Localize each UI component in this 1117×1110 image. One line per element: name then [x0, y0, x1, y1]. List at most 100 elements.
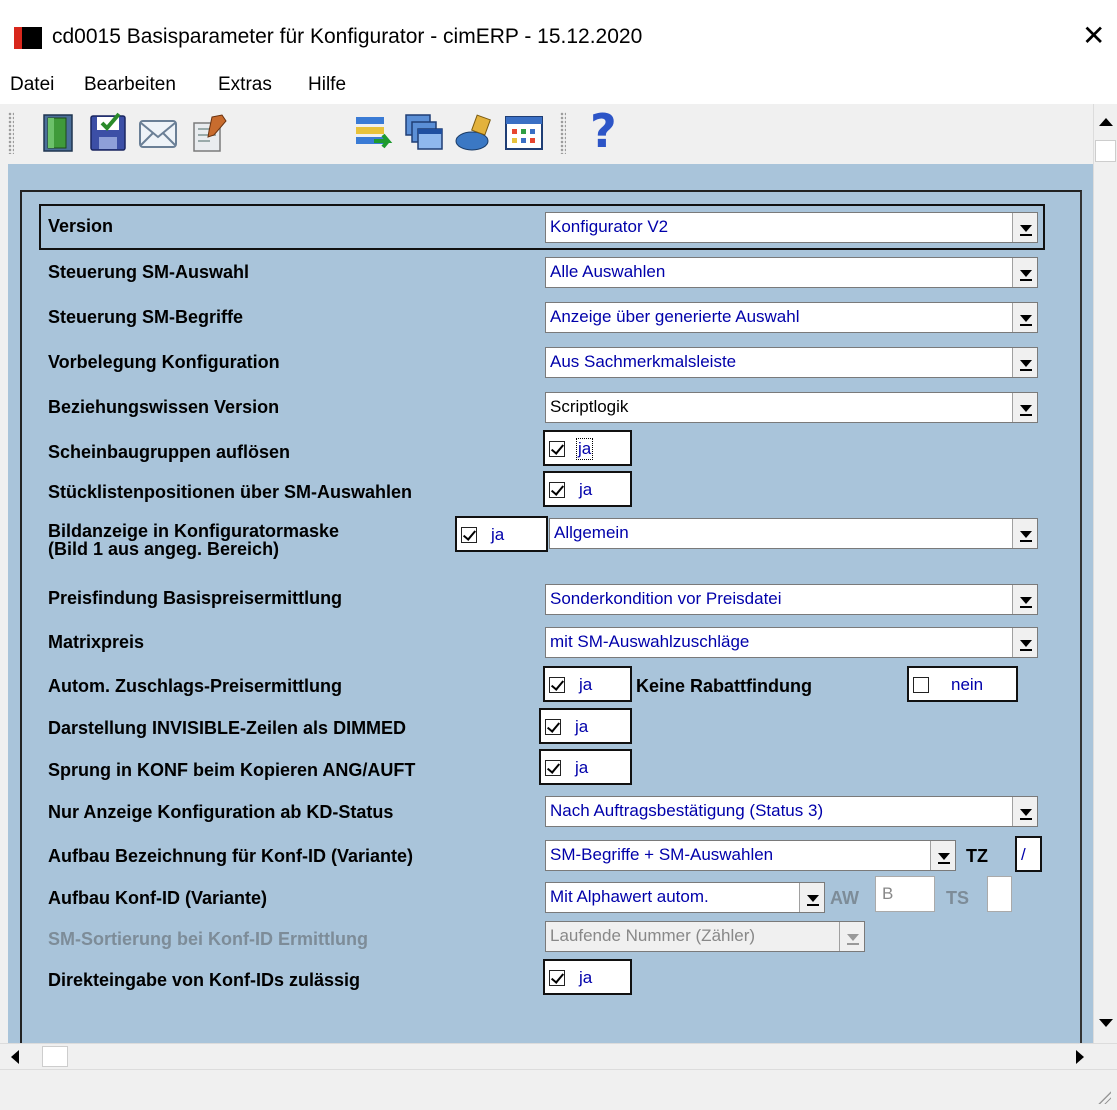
checkbox-icon[interactable] — [913, 677, 929, 693]
bildanzeige-checkbox[interactable]: ja — [455, 516, 548, 552]
aufbau-konf-select[interactable]: Mit Alphawert autom. — [545, 882, 825, 913]
version-select[interactable]: Konfigurator V2 — [545, 212, 1038, 243]
invisible-checkbox[interactable]: ja — [539, 708, 632, 744]
bildanzeige-value: Allgemein — [554, 523, 629, 542]
vorbelegung-value: Aus Sachmerkmalsleiste — [550, 352, 737, 371]
preisfindung-label: Preisfindung Basispreisermittlung — [48, 588, 343, 608]
stuecklisten-checkbox[interactable]: ja — [543, 471, 632, 507]
scheinbaugruppen-label: Scheinbaugruppen auflösen — [48, 442, 291, 462]
aw-label: AW — [830, 888, 859, 908]
checkbox-icon[interactable] — [545, 760, 561, 776]
save-icon[interactable] — [86, 111, 130, 155]
checkbox-icon[interactable] — [549, 970, 565, 986]
matrixpreis-select[interactable]: mit SM-Auswahlzuschläge — [545, 627, 1038, 658]
chevron-down-icon[interactable] — [1012, 585, 1037, 614]
scroll-thumb-horizontal[interactable] — [42, 1046, 68, 1067]
zuschlag-checkbox[interactable]: ja — [543, 666, 632, 702]
vertical-scrollbar[interactable] — [1093, 104, 1117, 1043]
matrixpreis-label: Matrixpreis — [48, 632, 145, 652]
tz-input[interactable]: / — [1015, 836, 1042, 872]
scroll-up-icon[interactable] — [1099, 118, 1113, 126]
scroll-down-icon[interactable] — [1099, 1019, 1113, 1027]
aufbau-konf-label: Aufbau Konf-ID (Variante) — [48, 888, 267, 908]
checkbox-icon[interactable] — [545, 719, 561, 735]
version-value: Konfigurator V2 — [550, 217, 669, 236]
checkbox-icon[interactable] — [549, 441, 565, 457]
chevron-down-icon[interactable] — [930, 841, 955, 870]
ts-input[interactable] — [987, 876, 1012, 912]
exit-door-icon[interactable] — [36, 111, 80, 155]
checkbox-icon[interactable] — [549, 677, 565, 693]
rabatt-text: nein — [951, 675, 984, 694]
list-export-icon[interactable] — [352, 111, 396, 155]
scheinbaugruppen-text: ja — [575, 438, 594, 460]
tz-value: / — [1021, 845, 1026, 864]
chevron-down-icon[interactable] — [1012, 303, 1037, 332]
sprung-checkbox[interactable]: ja — [539, 749, 632, 785]
sortierung-value: Laufende Nummer (Zähler) — [550, 926, 756, 945]
scroll-thumb-vertical[interactable] — [1095, 140, 1116, 162]
chevron-down-icon[interactable] — [1012, 393, 1037, 422]
edit-icon[interactable] — [188, 111, 232, 155]
scroll-left-icon[interactable] — [11, 1050, 19, 1064]
toolbar-grip — [8, 112, 14, 154]
app-logo-icon — [14, 27, 42, 49]
beziehungswissen-select[interactable]: Scriptlogik — [545, 392, 1038, 423]
chevron-down-icon[interactable] — [1012, 519, 1037, 548]
menu-bearbeiten[interactable]: Bearbeiten — [84, 74, 176, 96]
close-icon[interactable]: ✕ — [1082, 20, 1105, 52]
aufbau-bez-label: Aufbau Bezeichnung für Konf-ID (Variante… — [48, 846, 414, 866]
menu-datei[interactable]: Datei — [10, 74, 54, 96]
chevron-down-icon[interactable] — [1012, 258, 1037, 287]
stuecklisten-text: ja — [579, 480, 593, 499]
status-bar — [0, 1069, 1117, 1110]
windows-icon[interactable] — [402, 111, 446, 155]
sm-begriffe-select[interactable]: Anzeige über generierte Auswahl — [545, 302, 1038, 333]
invisible-text: ja — [575, 717, 589, 736]
menu-extras[interactable]: Extras — [218, 74, 272, 96]
scroll-right-icon[interactable] — [1076, 1050, 1084, 1064]
sortierung-label: SM-Sortierung bei Konf-ID Ermittlung — [48, 929, 368, 949]
aufbau-konf-value: Mit Alphawert autom. — [550, 887, 709, 906]
scheinbaugruppen-checkbox[interactable]: ja — [543, 430, 632, 466]
table-icon[interactable] — [502, 111, 546, 155]
preisfindung-select[interactable]: Sonderkondition vor Preisdatei — [545, 584, 1038, 615]
stuecklisten-label: Stücklistenpositionen über SM-Auswahlen — [48, 482, 413, 502]
chevron-down-icon[interactable] — [799, 883, 824, 912]
sortierung-select[interactable]: Laufende Nummer (Zähler) — [545, 921, 865, 952]
beziehungswissen-value: Scriptlogik — [550, 397, 629, 416]
checkbox-icon[interactable] — [549, 482, 565, 498]
bildanzeige-select[interactable]: Allgemein — [549, 518, 1038, 549]
help-icon[interactable]: ? — [590, 104, 634, 158]
horizontal-scrollbar[interactable] — [0, 1043, 1117, 1069]
sm-begriffe-value: Anzeige über generierte Auswahl — [550, 307, 800, 326]
rabatt-checkbox[interactable]: nein — [907, 666, 1018, 702]
beziehungswissen-label: Beziehungswissen Version — [48, 397, 280, 417]
sm-auswahl-select[interactable]: Alle Auswahlen — [545, 257, 1038, 288]
ts-label: TS — [946, 888, 970, 908]
chevron-down-icon[interactable] — [839, 922, 864, 951]
aw-input[interactable]: B — [875, 876, 935, 912]
direkteingabe-checkbox[interactable]: ja — [543, 959, 632, 995]
chevron-down-icon[interactable] — [1012, 213, 1037, 242]
install-icon[interactable] — [452, 111, 496, 155]
checkbox-icon[interactable] — [461, 527, 477, 543]
vorbelegung-select[interactable]: Aus Sachmerkmalsleiste — [545, 347, 1038, 378]
aw-value: B — [882, 884, 894, 903]
toolbar-separator-2 — [560, 112, 566, 154]
resize-grip-icon[interactable] — [1097, 1090, 1111, 1104]
version-label: Version — [48, 216, 114, 236]
aufbau-bez-select[interactable]: SM-Begriffe + SM-Auswahlen — [545, 840, 956, 871]
nur-anzeige-select[interactable]: Nach Auftragsbestätigung (Status 3) — [545, 796, 1038, 827]
direkteingabe-text: ja — [579, 968, 593, 987]
chevron-down-icon[interactable] — [1012, 797, 1037, 826]
toolbar: ? — [0, 104, 1093, 164]
chevron-down-icon[interactable] — [1012, 348, 1037, 377]
matrixpreis-value: mit SM-Auswahlzuschläge — [550, 632, 750, 651]
nur-anzeige-label: Nur Anzeige Konfiguration ab KD-Status — [48, 802, 394, 822]
menu-hilfe[interactable]: Hilfe — [308, 74, 346, 96]
chevron-down-icon[interactable] — [1012, 628, 1037, 657]
mail-icon[interactable] — [136, 111, 180, 155]
title-bar: cd0015 Basisparameter für Konfigurator -… — [0, 0, 1117, 66]
bildanzeige-sublabel: (Bild 1 aus angeg. Bereich) — [48, 539, 280, 559]
